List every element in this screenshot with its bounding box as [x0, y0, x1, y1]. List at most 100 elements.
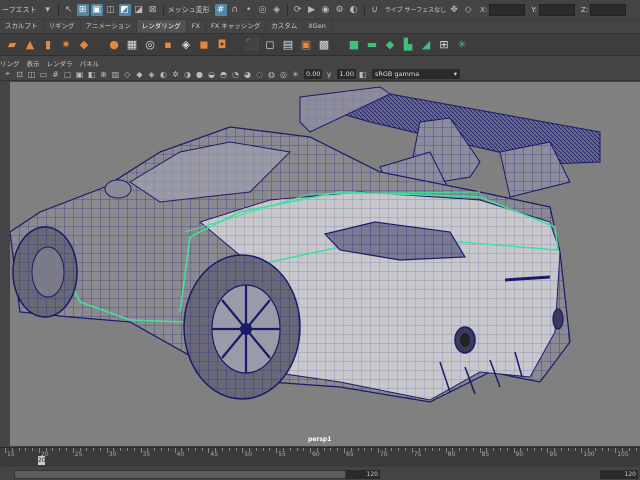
tab-animation[interactable]: アニメーション — [81, 20, 137, 33]
isolate-select-icon[interactable]: ◕ — [242, 69, 253, 80]
grid-icon[interactable]: ▦ — [124, 37, 140, 53]
snap-curve-icon[interactable]: ∩ — [229, 4, 241, 16]
tab-rigging[interactable]: リギング — [44, 20, 81, 33]
symmetry-icon[interactable]: ◇ — [462, 4, 474, 16]
menu-fragment[interactable]: メッシュ変形 — [168, 5, 210, 15]
render-icon[interactable]: ▶ — [306, 4, 318, 16]
shadows-icon[interactable]: ◑ — [182, 69, 193, 80]
arealight-icon[interactable]: ▪ — [160, 37, 176, 53]
xray-joints-icon[interactable]: ◍ — [266, 69, 277, 80]
gate-mask-icon[interactable]: ◧ — [86, 69, 97, 80]
ipr-icon[interactable]: ◉ — [320, 4, 332, 16]
hypershade-icon[interactable]: ◐ — [348, 4, 360, 16]
edge-mask-icon[interactable]: ◫ — [105, 4, 117, 16]
x-field[interactable] — [489, 3, 526, 16]
safe-action-icon[interactable]: ▥ — [110, 69, 121, 80]
magnet-icon[interactable]: ∪ — [369, 4, 381, 16]
volume-light-icon[interactable]: ◘ — [214, 37, 230, 53]
vertex-mask-icon[interactable]: ▣ — [90, 3, 103, 16]
anim-end-field[interactable]: 120 — [600, 470, 638, 479]
grid-toggle-icon[interactable]: # — [50, 69, 61, 80]
extract-icon[interactable]: ◆ — [382, 37, 398, 53]
directional-light-icon[interactable]: ⬛ — [244, 37, 260, 53]
exposure-field[interactable]: 0.00 — [304, 69, 323, 79]
material-icon[interactable]: ◈ — [178, 37, 194, 53]
cone-icon[interactable]: ▲ — [22, 37, 38, 53]
xray-icon[interactable]: ◌ — [254, 69, 265, 80]
field-chart-icon[interactable]: ⊕ — [98, 69, 109, 80]
timeslider-minor-tick — [499, 448, 501, 451]
image-plane-icon[interactable]: ▭ — [38, 69, 49, 80]
timeslider-minor-tick — [425, 448, 427, 451]
smooth-shade-icon[interactable]: ◆ — [134, 69, 145, 80]
snap-surface-icon[interactable]: ◈ — [271, 4, 283, 16]
select-camera-icon[interactable]: ⌖ — [2, 69, 13, 80]
wireframe-icon[interactable]: ◇ — [122, 69, 133, 80]
tab-sculpt[interactable]: スカルプト — [0, 20, 44, 33]
antialias-icon[interactable]: ◓ — [218, 69, 229, 80]
sphere-icon[interactable]: ● — [106, 37, 122, 53]
lock-camera-icon[interactable]: ⊡ — [14, 69, 25, 80]
y-field[interactable] — [539, 3, 576, 16]
spotlight-icon[interactable]: ◆ — [76, 37, 92, 53]
face-mask-icon[interactable]: ◩ — [118, 3, 131, 16]
bevel-icon[interactable]: ✳ — [454, 37, 470, 53]
panel-menu-renderer[interactable]: レンダラ — [47, 58, 73, 68]
time-slider[interactable]: 20 15 20 25 30 35 40 45 50 55 60 65 70 75 80 85 90 95 100… — [0, 447, 640, 467]
panel-menu-lighting[interactable]: リング — [0, 58, 20, 68]
snap-point-icon[interactable]: • — [243, 4, 255, 16]
resolution-gate-icon[interactable]: ▣ — [74, 69, 85, 80]
panel-menu-panels[interactable]: パネル — [80, 58, 100, 68]
render-settings-icon[interactable]: ⚙ — [334, 4, 346, 16]
range-end-field[interactable]: 120 — [346, 470, 380, 479]
bookmark-icon[interactable]: ◫ — [26, 69, 37, 80]
viewport[interactable]: persp1 — [10, 82, 640, 446]
uv-icon[interactable]: ▩ — [316, 37, 332, 53]
range-bar[interactable] — [14, 470, 346, 479]
tab-rendering[interactable]: レンダリング — [136, 20, 187, 33]
lock-icon[interactable]: ⊠ — [147, 4, 159, 16]
motion-blur-icon[interactable]: ◒ — [206, 69, 217, 80]
render-layer-icon[interactable]: ▣ — [298, 37, 314, 53]
uv-mask-icon[interactable]: ◪ — [133, 4, 145, 16]
cylinder-icon[interactable]: ▮ — [40, 37, 56, 53]
gamma-field[interactable]: 1.00 — [337, 69, 356, 79]
bridge-icon[interactable]: ▙ — [400, 37, 416, 53]
exposure-icon[interactable]: ☀ — [290, 69, 301, 80]
snap-view-icon[interactable]: ◎ — [257, 4, 269, 16]
xray-active-icon[interactable]: ◎ — [278, 69, 289, 80]
transform-icon[interactable]: ✥ — [448, 4, 460, 16]
camera-icon[interactable]: ▰ — [4, 37, 20, 53]
combine-icon[interactable]: ■ — [346, 37, 362, 53]
depth-of-field-icon[interactable]: ◔ — [230, 69, 241, 80]
textured-icon[interactable]: ◐ — [158, 69, 169, 80]
tab-custom[interactable]: カスタム — [266, 20, 304, 33]
ambient-occlusion-icon[interactable]: ● — [194, 69, 205, 80]
color-space-select[interactable]: sRGB gamma ▾ — [371, 69, 460, 79]
snap-grid-icon[interactable]: # — [214, 3, 227, 16]
point-light-icon[interactable]: ▤ — [280, 37, 296, 53]
timeslider-tick — [276, 448, 278, 453]
history-icon[interactable]: ⟳ — [292, 4, 304, 16]
light-icon[interactable]: ✷ — [58, 37, 74, 53]
tab-xgen[interactable]: XGen — [303, 20, 332, 33]
extrude-icon[interactable]: ◢ — [418, 37, 434, 53]
tab-fx-caching[interactable]: FX キャッシング — [206, 20, 267, 33]
select-hierarchy-icon[interactable]: ▾ — [42, 4, 54, 16]
z-field[interactable] — [590, 3, 627, 16]
tab-fx[interactable]: FX — [187, 20, 206, 33]
ambient-light-icon[interactable]: ◻ — [262, 37, 278, 53]
separate-icon[interactable]: ▬ — [364, 37, 380, 53]
smooth-icon[interactable]: ⊞ — [436, 37, 452, 53]
select-mode-icon[interactable]: ↖ — [63, 4, 75, 16]
torus-icon[interactable]: ◎ — [142, 37, 158, 53]
color-management-icon[interactable]: ◧ — [357, 69, 368, 80]
gamma-icon[interactable]: γ — [323, 69, 334, 80]
panel-menu-show[interactable]: 表示 — [27, 58, 40, 68]
cube-icon[interactable]: ◼ — [196, 37, 212, 53]
component-mode-icon[interactable]: ⊞ — [76, 3, 89, 16]
film-gate-icon[interactable]: ▢ — [62, 69, 73, 80]
menu-fragment[interactable]: ーフエスト — [2, 5, 37, 15]
wireframe-on-shaded-icon[interactable]: ◈ — [146, 69, 157, 80]
lights-icon[interactable]: ✲ — [170, 69, 181, 80]
